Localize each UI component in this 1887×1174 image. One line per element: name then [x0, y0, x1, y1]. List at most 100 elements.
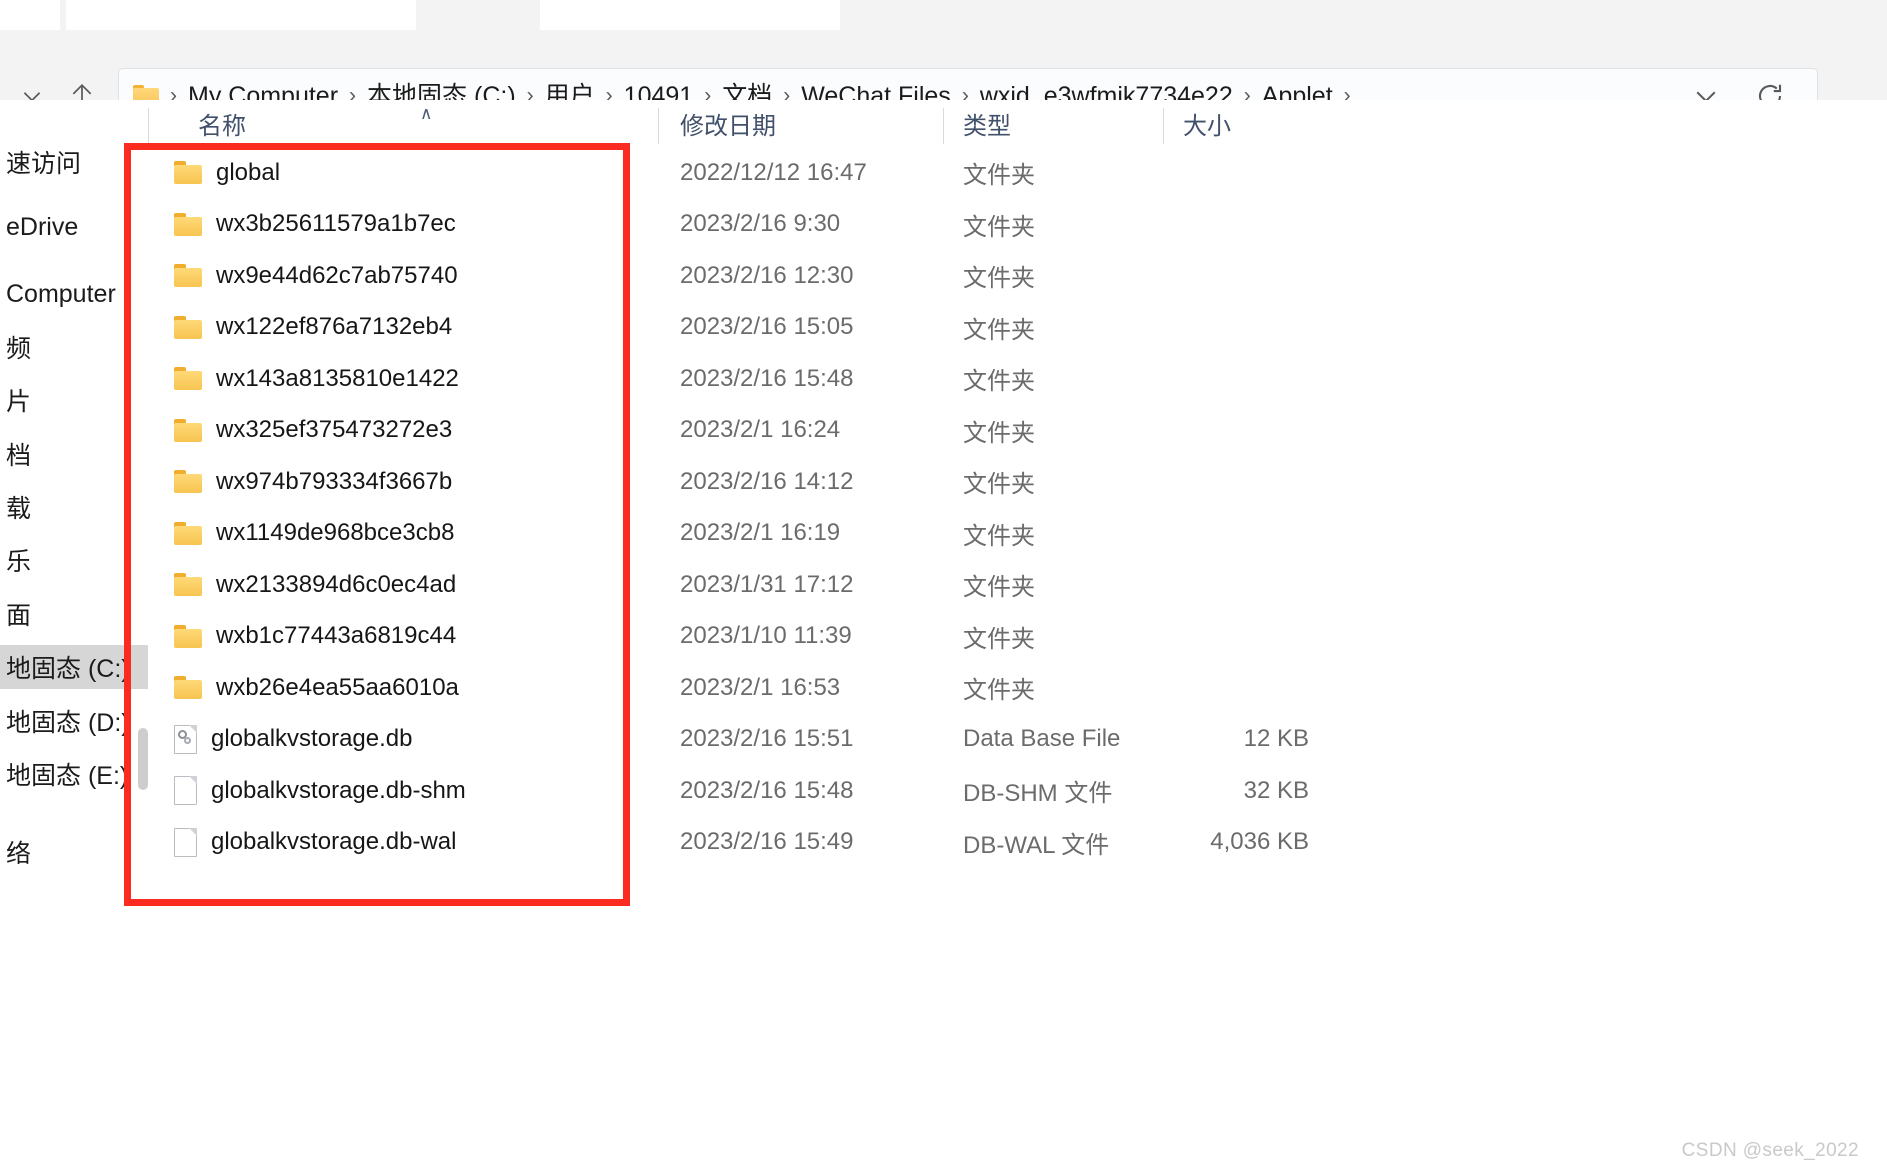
table-row[interactable]: global 2022/12/12 16:47 文件夹 [148, 147, 1887, 199]
cell-name[interactable]: wx122ef876a7132eb4 [148, 302, 658, 354]
file-name-label: global [216, 158, 281, 186]
table-row[interactable]: globalkvstorage.db-shm 2023/2/16 15:48 DB-… [148, 765, 1887, 817]
cell-date-modified: 2022/12/12 16:47 [680, 158, 867, 186]
column-divider[interactable] [1163, 108, 1164, 144]
file-name-label: globalkvstorage.db-wal [211, 828, 457, 856]
sidebar-item[interactable]: 档 [0, 432, 148, 476]
cell-size [1163, 456, 1309, 508]
tab-strip-segment [540, 0, 840, 30]
table-row[interactable]: globalkvstorage.db 2023/2/16 15:51 Data Ba… [148, 714, 1887, 766]
sidebar-item-label: 频 [6, 335, 32, 363]
column-header-type[interactable]: 类型 [943, 100, 1163, 147]
sidebar-item[interactable]: eDrive [0, 205, 148, 249]
tab-strip-segment [66, 0, 416, 30]
cell-date-modified: 2023/2/1 16:19 [680, 519, 841, 547]
file-name-label: wx2133894d6c0ec4ad [216, 570, 457, 598]
folder-icon [174, 418, 202, 442]
table-row[interactable]: wx1149de968bce3cb8 2023/2/1 16:19 文件夹 [148, 508, 1887, 560]
table-row[interactable]: wxb1c77443a6819c44 2023/1/10 11:39 文件夹 [148, 611, 1887, 663]
folder-icon [174, 264, 202, 288]
sidebar-item-label: 档 [6, 442, 32, 470]
table-row[interactable]: wx143a8135810e1422 2023/2/16 15:48 文件夹 [148, 353, 1887, 405]
folder-icon [174, 315, 202, 339]
cell-size [1163, 250, 1309, 302]
cell-name[interactable]: wx1149de968bce3cb8 [148, 508, 658, 560]
file-name-label: wx9e44d62c7ab75740 [216, 261, 458, 289]
cell-type: 文件夹 [963, 368, 1035, 396]
sort-ascending-icon: ∧ [420, 104, 433, 123]
file-name-label: wxb1c77443a6819c44 [216, 622, 457, 650]
table-row[interactable]: wx3b25611579a1b7ec 2023/2/16 9:30 文件夹 [148, 199, 1887, 251]
cell-name[interactable]: globalkvstorage.db-wal [148, 817, 658, 869]
sidebar-item-label: 地固态 (C:) [6, 655, 130, 683]
folder-icon [174, 676, 202, 700]
file-name-label: globalkvstorage.db-shm [211, 776, 466, 804]
cell-name[interactable]: wxb26e4ea55aa6010a [148, 662, 658, 714]
cell-type: 文件夹 [963, 419, 1035, 447]
table-row[interactable]: wx2133894d6c0ec4ad 2023/1/31 17:12 文件夹 [148, 559, 1887, 611]
column-header-name[interactable]: 名称 ∧ [148, 100, 658, 147]
sidebar-item[interactable]: 速访问 [0, 140, 148, 184]
cell-type: DB-SHM 文件 [963, 780, 1113, 808]
folder-icon [174, 521, 202, 545]
cell-size [1163, 508, 1309, 560]
cell-date-modified: 2023/2/1 16:53 [680, 673, 841, 701]
window-tab-strip [0, 0, 1887, 30]
column-header-row: 名称 ∧ 修改日期 类型 大小 [148, 100, 1887, 147]
file-name-label: wx122ef876a7132eb4 [216, 313, 453, 341]
cell-name[interactable]: wx143a8135810e1422 [148, 353, 658, 405]
cell-type: 文件夹 [963, 162, 1035, 190]
cell-name[interactable]: wx9e44d62c7ab75740 [148, 250, 658, 302]
table-row[interactable]: globalkvstorage.db-wal 2023/2/16 15:49 DB-… [148, 817, 1887, 869]
cell-name[interactable]: wx974b793334f3667b [148, 456, 658, 508]
column-divider[interactable] [943, 108, 944, 144]
cell-size [1163, 559, 1309, 611]
folder-icon [174, 470, 202, 494]
sidebar-item[interactable]: 络 [0, 830, 148, 874]
sidebar-item[interactable]: 地固态 (E:) [0, 752, 148, 796]
sidebar-item[interactable]: 载 [0, 485, 148, 529]
column-header-size[interactable]: 大小 [1163, 100, 1323, 147]
sidebar-item-label: 地固态 (E:) [6, 762, 129, 790]
sidebar-item-label: 络 [6, 840, 32, 868]
cell-size: 32 KB [1243, 776, 1309, 804]
sidebar-item[interactable]: 频 [0, 325, 148, 369]
navigation-sidebar[interactable]: 速访问 eDrive Computer 频片档载乐面地固态 (C:) 地固态 (D:)… [0, 100, 148, 1174]
cell-name[interactable]: globalkvstorage.db [148, 714, 658, 766]
column-divider[interactable] [658, 108, 659, 144]
cell-name[interactable]: global [148, 147, 658, 199]
sidebar-item[interactable]: 片 [0, 378, 148, 422]
table-row[interactable]: wx974b793334f3667b 2023/2/16 14:12 文件夹 [148, 456, 1887, 508]
cell-date-modified: 2023/2/16 15:49 [680, 828, 854, 856]
cell-name[interactable]: globalkvstorage.db-shm [148, 765, 658, 817]
table-row[interactable]: wx325ef375473272e3 2023/2/1 16:24 文件夹 [148, 405, 1887, 457]
cell-type: DB-WAL 文件 [963, 831, 1110, 859]
cell-name[interactable]: wx3b25611579a1b7ec [148, 199, 658, 251]
table-row[interactable]: wxb26e4ea55aa6010a 2023/2/1 16:53 文件夹 [148, 662, 1887, 714]
sidebar-item[interactable]: 地固态 (C:) [0, 645, 148, 689]
sidebar-item-label: 地固态 (D:) [6, 709, 130, 737]
table-row[interactable]: wx9e44d62c7ab75740 2023/2/16 12:30 文件夹 [148, 250, 1887, 302]
cell-type: 文件夹 [963, 213, 1035, 241]
cell-name[interactable]: wx2133894d6c0ec4ad [148, 559, 658, 611]
sidebar-item[interactable]: Computer [0, 272, 148, 316]
cell-size [1163, 353, 1309, 405]
folder-icon [174, 573, 202, 597]
column-header-date-modified[interactable]: 修改日期 [658, 100, 943, 147]
sidebar-item-label: 片 [6, 388, 32, 416]
sidebar-item[interactable]: 面 [0, 592, 148, 636]
cell-size [1163, 199, 1309, 251]
sidebar-item[interactable]: 地固态 (D:) [0, 699, 148, 743]
folder-icon [174, 212, 202, 236]
file-name-label: wx974b793334f3667b [216, 467, 453, 495]
cell-date-modified: 2023/2/16 15:51 [680, 725, 854, 753]
file-name-label: wx143a8135810e1422 [216, 364, 459, 392]
cell-name[interactable]: wx325ef375473272e3 [148, 405, 658, 457]
cell-size: 4,036 KB [1210, 828, 1309, 856]
generic-file-icon [174, 776, 197, 806]
cell-name[interactable]: wxb1c77443a6819c44 [148, 611, 658, 663]
column-divider[interactable] [148, 108, 149, 144]
sidebar-item[interactable]: 乐 [0, 538, 148, 582]
table-row[interactable]: wx122ef876a7132eb4 2023/2/16 15:05 文件夹 [148, 302, 1887, 354]
tab-strip-segment [0, 0, 60, 30]
